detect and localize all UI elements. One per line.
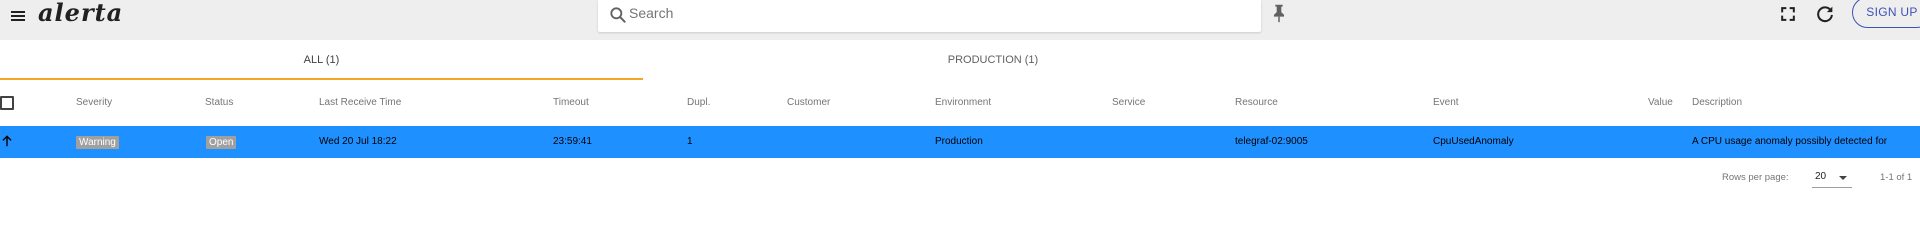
top-toolbar: alerta SIGN UP	[0, 0, 1920, 40]
rows-per-page-select[interactable]: 20	[1812, 168, 1852, 188]
cell-timeout: 23:59:41	[553, 136, 592, 147]
tab-all[interactable]: ALL (1)	[0, 40, 643, 80]
rows-per-page-label: Rows per page:	[1722, 172, 1789, 183]
pagination-range: 1-1 of 1	[1880, 172, 1913, 183]
column-header-event[interactable]: Event	[1433, 80, 1459, 126]
column-header-last-receive-time[interactable]: Last Receive Time	[319, 80, 401, 126]
caret-down-icon	[1839, 176, 1847, 180]
severity-badge: Warning	[76, 136, 119, 149]
pin-icon[interactable]	[1268, 2, 1290, 24]
column-header-environment[interactable]: Environment	[935, 80, 991, 126]
table-footer: Rows per page: 20 1-1 of 1	[0, 158, 1920, 200]
arrow-up-icon	[2, 135, 12, 147]
search-icon	[610, 7, 626, 23]
app-logo[interactable]: alerta	[38, 0, 123, 27]
environment-tabs: ALL (1) PRODUCTION (1)	[0, 40, 1920, 80]
column-header-timeout[interactable]: Timeout	[553, 80, 589, 126]
cell-description: A CPU usage anomaly possibly detected fo…	[1692, 136, 1888, 147]
column-header-status[interactable]: Status	[205, 80, 233, 126]
cell-environment: Production	[935, 136, 983, 147]
menu-icon[interactable]	[6, 4, 30, 28]
refresh-icon[interactable]	[1814, 3, 1836, 25]
cell-resource: telegraf-02:9005	[1235, 136, 1308, 147]
search-input[interactable]	[629, 0, 1229, 26]
column-header-service[interactable]: Service	[1112, 80, 1145, 126]
rows-per-page-value: 20	[1815, 171, 1827, 182]
table-row[interactable]: Warning Open Wed 20 Jul 18:22 23:59:41 1…	[0, 126, 1920, 158]
cell-last-receive-time: Wed 20 Jul 18:22	[319, 136, 397, 147]
cell-duplicates: 1	[687, 136, 693, 147]
column-header-severity[interactable]: Severity	[76, 80, 112, 126]
column-header-value[interactable]: Value	[1648, 80, 1673, 126]
tab-production[interactable]: PRODUCTION (1)	[643, 40, 1343, 80]
column-header-description[interactable]: Description	[1692, 80, 1742, 126]
sign-up-button[interactable]: SIGN UP	[1852, 0, 1920, 28]
search-box[interactable]	[598, 0, 1261, 32]
table-header: Severity Status Last Receive Time Timeou…	[0, 80, 1920, 126]
column-header-resource[interactable]: Resource	[1235, 80, 1278, 126]
column-header-duplicates[interactable]: Dupl.	[687, 80, 710, 126]
status-badge: Open	[206, 136, 237, 149]
select-all-checkbox[interactable]	[0, 96, 14, 110]
cell-event: CpuUsedAnomaly	[1433, 136, 1514, 147]
column-header-customer[interactable]: Customer	[787, 80, 830, 126]
fullscreen-icon[interactable]	[1778, 4, 1798, 24]
